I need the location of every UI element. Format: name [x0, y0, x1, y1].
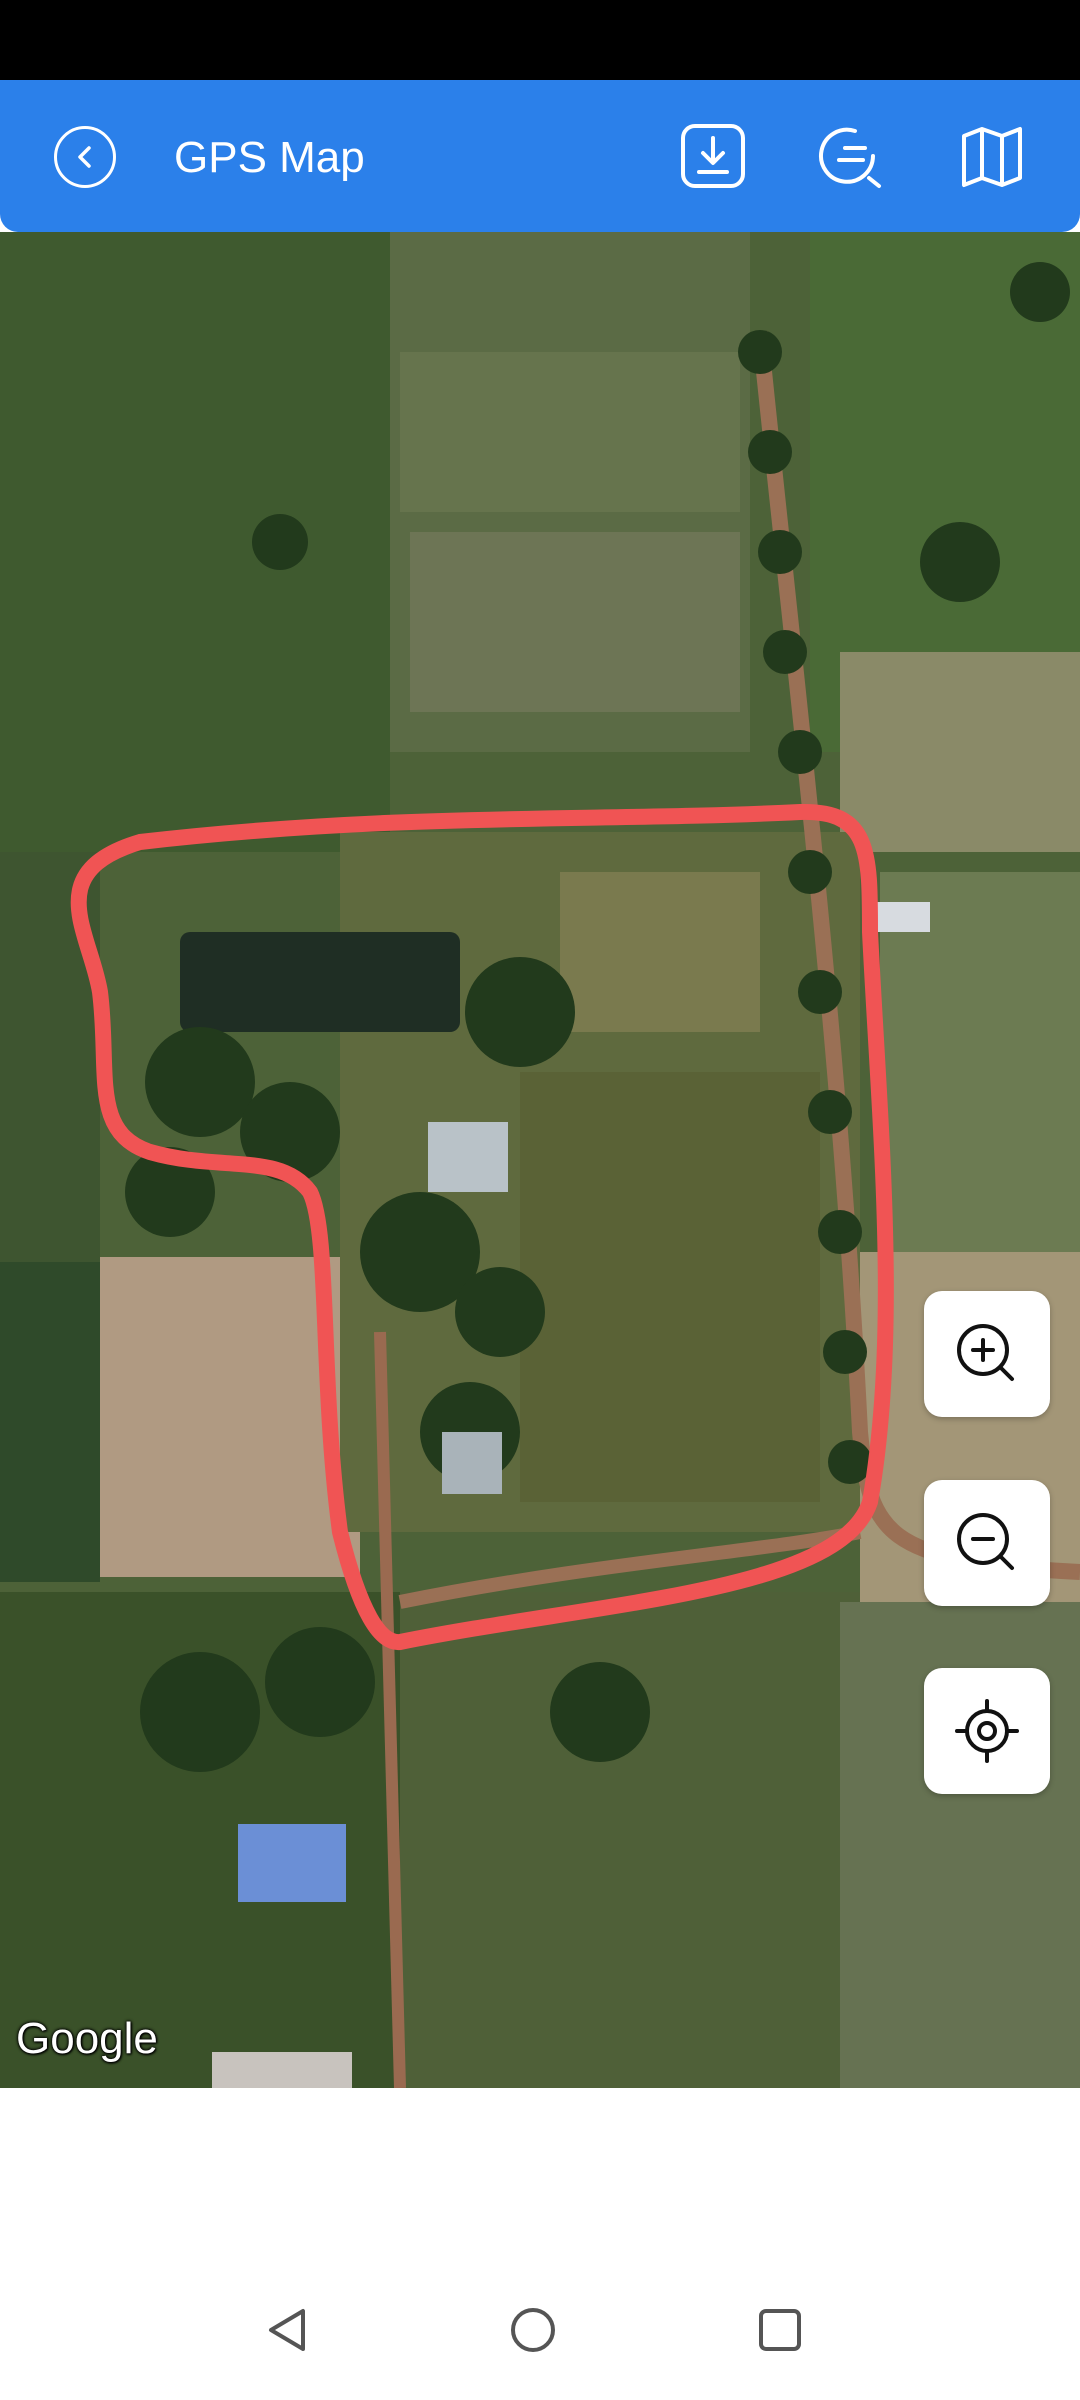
zoom-in-button[interactable] [924, 1291, 1050, 1417]
nav-back-icon [269, 2309, 305, 2351]
zoom-out-icon [957, 1513, 1014, 1570]
map-icon [962, 127, 1022, 187]
satellite-imagery [0, 232, 1080, 2088]
page-title: GPS Map [174, 133, 365, 182]
zoom-out-button[interactable] [924, 1480, 1050, 1606]
status-bar [0, 0, 1080, 80]
back-button[interactable] [54, 126, 116, 188]
nav-recents-icon [759, 2309, 801, 2351]
nav-home-button[interactable] [503, 2300, 563, 2360]
nav-home-icon [511, 2308, 555, 2352]
app-bar: GPS Map [0, 80, 1080, 232]
locate-icon [955, 1699, 1019, 1763]
back-icon [78, 146, 91, 168]
map-type-button[interactable] [956, 120, 1028, 192]
download-button[interactable] [677, 120, 749, 192]
nav-back-button[interactable] [258, 2300, 318, 2360]
satellite-map[interactable]: Google [0, 232, 1080, 2088]
search-map-button[interactable] [815, 120, 887, 192]
google-attribution: Google [16, 2014, 158, 2063]
zoom-in-icon [957, 1324, 1014, 1381]
download-icon [681, 124, 745, 188]
locate-button[interactable] [924, 1668, 1050, 1794]
nav-recents-button[interactable] [750, 2300, 810, 2360]
search-map-icon [819, 127, 881, 188]
